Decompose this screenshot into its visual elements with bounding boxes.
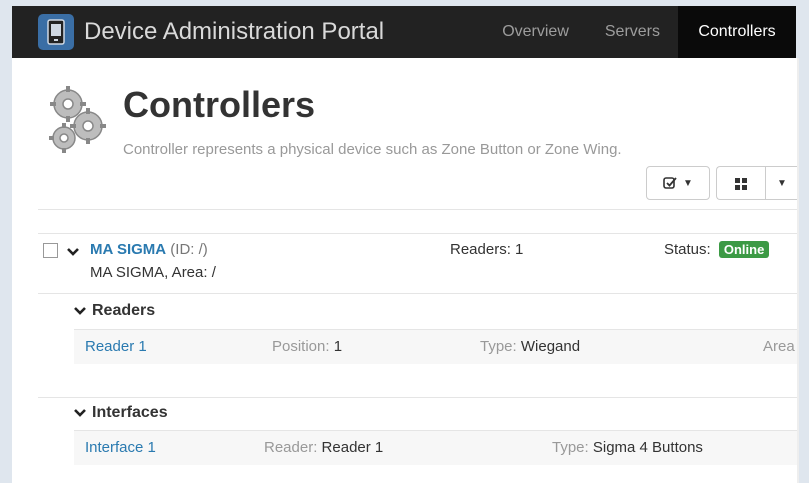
reader-row: Reader 1 Position: 1 Type: Wiegand Area <box>74 330 799 364</box>
controller-subtitle: MA SIGMA, Area: / <box>90 264 216 281</box>
interfaces-heading: Interfaces <box>92 404 168 421</box>
controller-status: Status: Online <box>664 241 770 258</box>
interface-name-link[interactable]: Interface 1 <box>85 439 156 456</box>
divider <box>38 209 799 210</box>
main-nav: Overview Servers Controllers <box>484 6 796 58</box>
caret-down-icon[interactable]: ▼ <box>777 178 787 189</box>
controller-id: (ID: /) <box>170 241 208 258</box>
button-divider <box>765 167 766 199</box>
nav-overview[interactable]: Overview <box>484 6 587 58</box>
grid-icon <box>735 178 747 190</box>
interface-reader: Reader: Reader 1 <box>264 439 383 456</box>
bulk-select-button[interactable]: ▼ <box>646 166 710 200</box>
nav-controllers[interactable]: Controllers <box>678 6 796 58</box>
area-label: Area <box>763 338 795 355</box>
top-navbar: Device Administration Portal Overview Se… <box>12 6 796 58</box>
reader-position: Position: 1 <box>272 338 342 355</box>
divider <box>38 397 799 398</box>
content-panel: Controllers Controller represents a phys… <box>12 58 799 483</box>
chevron-down-icon[interactable] <box>74 408 86 418</box>
reader-value: Reader 1 <box>321 439 384 456</box>
controller-title: MA SIGMA (ID: /) <box>90 241 208 258</box>
readers-heading: Readers <box>92 302 156 319</box>
app-title[interactable]: Device Administration Portal <box>84 18 384 46</box>
interface-type: Type: Sigma 4 Buttons <box>552 439 703 456</box>
type-value: Wiegand <box>520 338 581 355</box>
reader-name-link[interactable]: Reader 1 <box>85 338 147 355</box>
position-value: 1 <box>333 338 343 355</box>
chevron-down-icon[interactable] <box>74 306 86 316</box>
page-title: Controllers <box>123 84 316 125</box>
divider <box>38 293 799 294</box>
controller-checkbox[interactable] <box>43 243 58 258</box>
type-label: Type: <box>552 439 589 456</box>
device-icon[interactable] <box>38 14 74 50</box>
nav-servers[interactable]: Servers <box>587 6 678 58</box>
gears-icon <box>44 84 108 156</box>
controller-row: MA SIGMA (ID: /) MA SIGMA, Area: / Reade… <box>38 233 799 293</box>
type-label: Type: <box>480 338 517 355</box>
caret-down-icon: ▼ <box>683 177 693 189</box>
view-toggle-group[interactable]: ▼ <box>716 166 799 200</box>
page-description: Controller represents a physical device … <box>123 141 622 158</box>
interface-row: Interface 1 Reader: Reader 1 Type: Sigma… <box>74 431 799 465</box>
scrollbar[interactable] <box>797 58 799 483</box>
status-badge: Online <box>718 241 770 258</box>
type-value: Sigma 4 Buttons <box>592 439 703 456</box>
reader-label: Reader: <box>264 439 318 456</box>
checklist-icon <box>663 177 677 189</box>
position-label: Position: <box>272 338 330 355</box>
controller-name-link[interactable]: MA SIGMA <box>90 241 166 258</box>
readers-count: Readers: 1 <box>450 241 524 258</box>
reader-type: Type: Wiegand <box>480 338 580 355</box>
chevron-down-icon[interactable] <box>67 247 79 257</box>
status-label: Status: <box>664 241 711 258</box>
